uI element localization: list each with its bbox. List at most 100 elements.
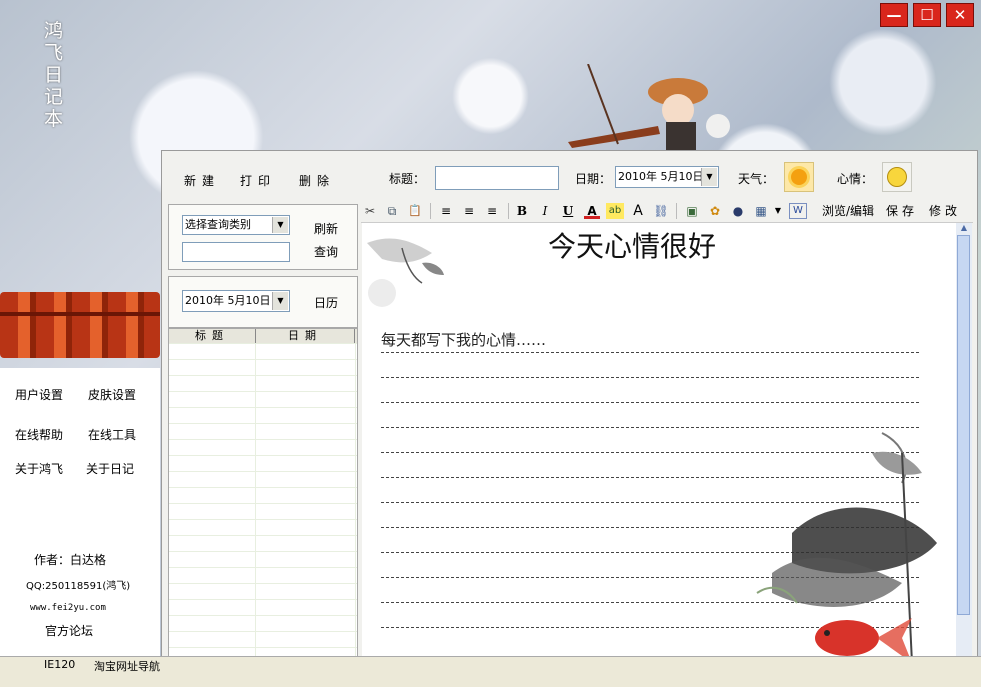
word-paste-icon[interactable]: W [789,203,807,219]
lotus-goldfish-decoration [756,432,937,664]
table-row [169,567,357,568]
ruled-line [381,402,919,403]
font-color-button[interactable]: A [584,203,600,219]
diary-heading: 今天心情很好 [548,230,717,263]
table-row [169,423,357,424]
refresh-button[interactable]: 刷新 [314,220,338,237]
ie-link[interactable]: IE120 [44,658,75,671]
chevron-down-icon: ▼ [701,168,717,186]
diary-first-line: 每天都写下我的心情…… [381,331,547,349]
column-divider [355,343,356,677]
align-center-icon[interactable]: ≡ [461,203,477,219]
entry-date-value: 2010年 5月10日 [618,170,704,183]
table-row [169,647,357,648]
ink-flower-decoration [367,238,444,307]
calendar-button[interactable]: 日历 [314,294,338,311]
flash-icon[interactable]: ● [730,203,746,219]
diary-editor[interactable]: 今天心情很好 每天都写下我的心情…… [362,223,956,678]
user-settings-link[interactable]: 用户设置 [15,386,63,403]
table-row [169,487,357,488]
mood-face-icon[interactable] [882,162,912,192]
calendar-date-value: 2010年 5月10日 [185,294,271,307]
table-row [169,535,357,536]
align-left-icon[interactable]: ≡ [438,203,454,219]
chevron-down-icon: ▼ [272,217,288,233]
print-button[interactable]: 打印 [240,172,276,189]
website-link[interactable]: www.fei2yu.com [30,603,106,613]
align-right-icon[interactable]: ≡ [484,203,500,219]
table-row [169,375,357,376]
calendar-date-picker[interactable]: 2010年 5月10日 ▼ [182,290,290,312]
violin-girl-illustration [568,64,730,164]
bold-button[interactable]: B [515,203,529,219]
entry-date-picker[interactable]: 2010年 5月10日 ▼ [615,166,719,188]
online-tools-link[interactable]: 在线工具 [88,426,136,443]
table-row [169,631,357,632]
table-row [169,407,357,408]
title-input[interactable] [435,166,559,190]
roof-tiles-decoration [0,292,160,358]
online-help-link[interactable]: 在线帮助 [15,426,63,443]
toolbar-separator [676,203,677,219]
new-button[interactable]: 新建 [184,172,220,189]
cut-icon[interactable]: ✂ [364,203,376,219]
about-diary-link[interactable]: 关于日记 [86,460,134,477]
table-row [169,615,357,616]
table-row [169,551,357,552]
ruled-line [381,352,919,353]
column-divider [255,343,256,677]
about-hongfei-link[interactable]: 关于鸿飞 [15,460,63,477]
qq-label: QQ:250118591(鸿飞) [26,581,131,592]
search-button[interactable]: 查询 [314,243,338,260]
scrollbar-thumb[interactable] [957,235,970,615]
table-row [169,359,357,360]
search-input[interactable] [182,242,290,262]
mood-label: 心情： [837,172,874,186]
maximize-button[interactable]: ☐ [913,3,941,27]
chevron-down-icon: ▼ [272,292,288,310]
emoticon-icon[interactable]: ✿ [707,203,723,219]
taobao-nav-link[interactable]: 淘宝网址导航 [94,658,160,674]
weather-label: 天气： [738,172,775,186]
date-label: 日期： [575,172,612,186]
modify-button[interactable]: 修改 [929,203,961,219]
table-row [169,343,357,344]
ruled-line [381,377,919,378]
sun-weather-icon[interactable] [784,162,814,192]
table-row [169,455,357,456]
skin-settings-link[interactable]: 皮肤设置 [88,386,136,403]
image-icon[interactable]: ▣ [684,203,700,219]
query-category-value: 选择查询类别 [185,218,251,231]
italic-button[interactable]: I [538,203,552,219]
scroll-up-icon[interactable]: ▲ [956,223,972,235]
save-button[interactable]: 保存 [886,203,918,219]
paste-icon[interactable]: 📋 [406,203,424,219]
table-icon[interactable]: ▦ [753,203,769,219]
copy-icon[interactable]: ⧉ [384,203,400,219]
font-size-button[interactable]: A [630,203,646,219]
table-row [169,391,357,392]
title-label: 标题： [389,172,426,186]
delete-button[interactable]: 删除 [299,172,335,189]
toolbar-separator [430,203,431,219]
table-row [169,599,357,600]
chevron-down-icon[interactable]: ▼ [773,203,783,219]
column-date-header[interactable]: 日期 [256,329,355,343]
toolbar-separator [508,203,509,219]
column-title-header[interactable]: 标题 [169,329,256,343]
preview-edit-button[interactable]: 浏览/编辑 [819,203,877,219]
table-row [169,439,357,440]
table-row [169,583,357,584]
underline-button[interactable]: U [561,203,575,219]
minimize-button[interactable]: — [880,3,908,27]
table-header: 标题 日期 [169,329,357,344]
forum-link[interactable]: 官方论坛 [45,622,93,639]
close-button[interactable]: ✕ [946,3,974,27]
highlight-button[interactable]: ab [606,203,624,219]
table-row [169,471,357,472]
query-category-select[interactable]: 选择查询类别 ▼ [182,215,290,235]
link-icon[interactable]: ⛓ [652,203,670,219]
editor-scrollbar[interactable]: ▲ ▼ [956,223,972,678]
app-title: 鸿飞日记本 [44,20,64,130]
author-label: 作者：白达格 [34,553,107,567]
